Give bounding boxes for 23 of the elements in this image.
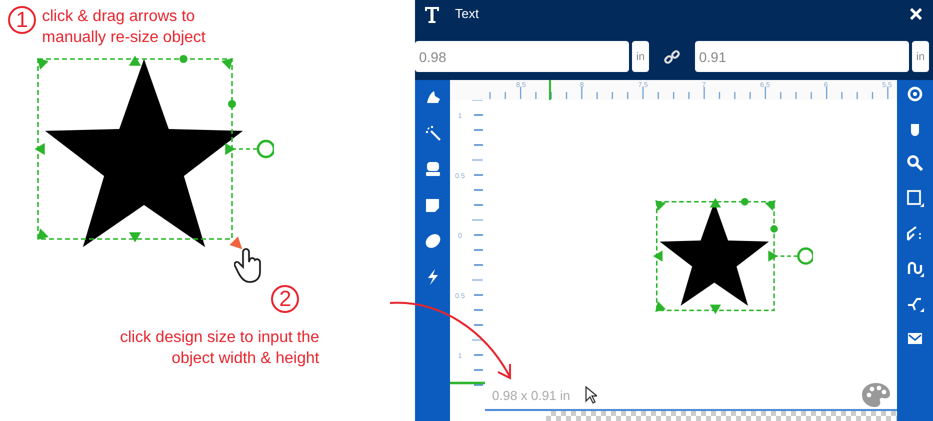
hand-cursor-icon <box>234 248 264 284</box>
step-number: 1 <box>8 6 36 34</box>
pen-icon[interactable] <box>906 224 924 242</box>
magic-wand-icon[interactable] <box>424 124 442 142</box>
instruction-text: click design size to input the object width & height <box>120 328 320 369</box>
instruction-text: click & drag arrows to manually re-size object <box>42 7 206 48</box>
pointer-cursor-icon <box>585 386 597 404</box>
search-icon[interactable] <box>906 154 924 172</box>
stamp-icon[interactable] <box>424 160 442 178</box>
ball-icon[interactable] <box>424 232 442 250</box>
width-field[interactable]: 0.98 <box>415 41 629 72</box>
design-size-link[interactable]: 0.98 x 0.91 in <box>492 388 570 403</box>
wave-icon[interactable] <box>906 259 924 277</box>
text-tool-icon[interactable] <box>423 4 441 22</box>
height-field[interactable]: 0.91 <box>695 41 909 72</box>
unit-label: in <box>632 41 649 72</box>
link-icon[interactable] <box>664 48 680 64</box>
unit-label: in <box>912 41 929 72</box>
rectangle-icon[interactable] <box>906 189 924 207</box>
window-title: Text <box>455 6 480 21</box>
palette-icon[interactable] <box>861 382 891 408</box>
rotate-icon[interactable] <box>906 84 924 102</box>
step-number: 2 <box>271 285 300 313</box>
